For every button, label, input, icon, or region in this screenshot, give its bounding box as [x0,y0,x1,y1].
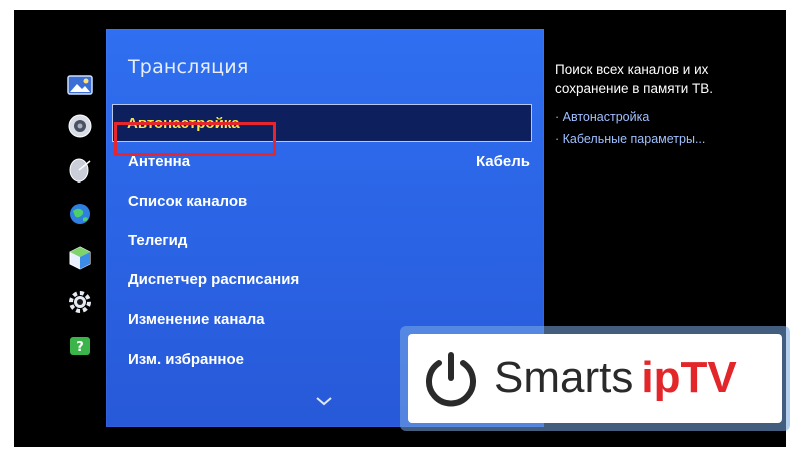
menu-item-label: Антенна [128,152,191,170]
panel-title: Трансляция [128,56,249,78]
menu-item-label: Список каналов [128,192,248,210]
brand-part-2: ipTV [641,353,737,402]
power-icon [422,350,480,408]
chevron-down-icon[interactable] [314,393,334,407]
help-description: Поиск всех каналов и их сохранение в пам… [555,62,714,96]
support-icon[interactable]: ? [66,332,94,360]
watermark-background: Smarts ipTV [408,334,782,423]
network-icon[interactable] [66,200,94,228]
menu-item-channel-list[interactable]: Список каналов [106,184,544,218]
sidebar: ? [14,60,104,390]
help-panel: Поиск всех каналов и их сохранение в пам… [555,60,780,150]
broadcast-icon[interactable] [66,156,94,184]
brand-part-1: Smarts [494,353,634,402]
menu-item-label: Диспетчер расписания [128,270,300,288]
settings-icon[interactable] [66,288,94,316]
help-link-auto-tuning[interactable]: · Автонастройка [555,106,780,128]
menu-item-tv-guide[interactable]: Телегид [106,223,544,257]
menu-item-label: Изм. избранное [128,350,244,368]
svg-text:?: ? [76,340,84,355]
menu-item-value: Кабель [475,152,530,170]
sound-icon[interactable] [66,112,94,140]
watermark-logo: Smarts ipTV [400,326,790,431]
menu-item-antenna[interactable]: Антенна Кабель [106,144,544,178]
picture-icon[interactable] [66,72,94,100]
help-link-cable-settings[interactable]: · Кабельные параметры... [555,128,780,150]
help-links: · Автонастройка · Кабельные параметры... [555,106,780,150]
menu-item-label: Телегид [128,231,188,249]
smart-hub-icon[interactable] [66,244,94,272]
brand-text: Smarts ipTV [494,348,737,408]
menu-item-auto-tuning[interactable]: Автонастройка [112,104,532,142]
menu-item-schedule-manager[interactable]: Диспетчер расписания [106,262,544,296]
menu-item-label: Автонастройка [127,114,240,132]
menu-item-label: Изменение канала [128,310,265,328]
